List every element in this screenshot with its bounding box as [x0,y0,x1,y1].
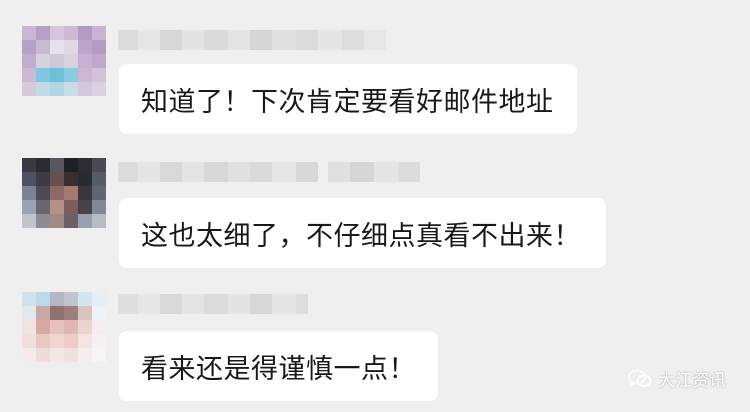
avatar[interactable] [22,292,106,362]
watermark: 大江资讯 [628,366,726,391]
watermark-label: 大江资讯 [658,371,726,391]
message-bubble[interactable]: 看来还是得谨慎一点！ [119,331,438,401]
wechat-icon [628,369,652,389]
sender-name-pixelated [118,162,420,182]
message-text: 这也太细了，不仔细点真看不出来！ [141,220,581,252]
avatar[interactable] [22,158,106,228]
avatar[interactable] [22,26,106,96]
message-bubble[interactable]: 这也太细了，不仔细点真看不出来！ [119,198,606,268]
message-text: 知道了！下次肯定要看好邮件地址 [141,86,554,118]
message-bubble[interactable]: 知道了！下次肯定要看好邮件地址 [119,64,577,134]
message-text: 看来还是得谨慎一点！ [141,353,416,385]
sender-name-pixelated [118,30,386,50]
sender-name-pixelated [118,294,308,314]
